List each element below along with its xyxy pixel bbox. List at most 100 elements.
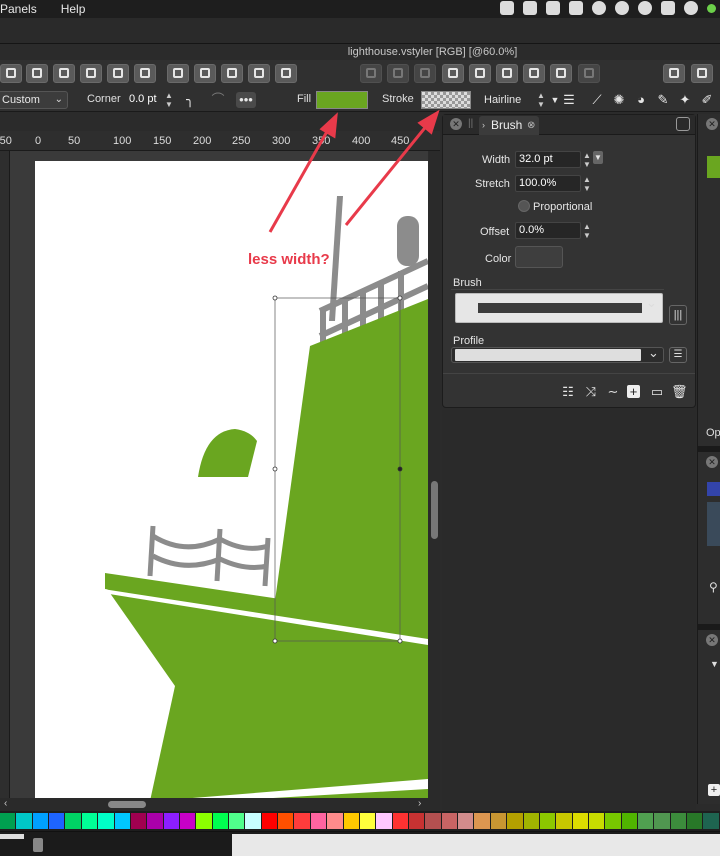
panel-divider [443,373,695,374]
tab-brush[interactable]: Brush › ⊗ [479,116,539,135]
color-label: Color [485,253,512,265]
close-icon[interactable]: ✕ [706,456,718,468]
palette-swatch[interactable] [539,813,556,829]
close-icon[interactable]: ✕ [706,118,718,130]
horizontal-scrollbar[interactable]: ‹ › [0,798,440,811]
pin-icon[interactable] [33,838,43,852]
palette-swatch[interactable] [588,813,605,829]
panel-menu-icon[interactable] [676,117,690,131]
palette-swatch[interactable] [98,813,114,829]
palette-swatch[interactable] [327,813,343,829]
palette-swatch[interactable] [81,813,98,829]
palette-swatch[interactable] [16,813,32,829]
tab-brush-label: Brush [491,118,523,132]
trash-icon[interactable]: 🗑 [671,384,688,400]
close-icon[interactable]: ✕ [450,118,462,130]
palette-swatch[interactable] [0,813,16,829]
sliders-icon[interactable]: ☷ [560,384,576,400]
palette-swatch[interactable] [490,813,507,829]
panel-tabbar: ✕ || Brush › ⊗ [443,115,695,135]
palette-swatch[interactable] [474,813,490,829]
offset-field[interactable]: 0.0% [515,222,581,239]
tab-close-icon[interactable]: ⊗ [527,116,535,135]
grip-icon[interactable]: || [468,118,473,129]
palette-swatch[interactable] [621,813,638,829]
width-label: Width [482,154,511,166]
palette-swatch[interactable] [408,813,425,829]
chevron-down-icon[interactable]: ⌄ [646,295,657,311]
chevron-down-icon[interactable]: ▼ [593,151,603,164]
profile-settings-icon[interactable]: ☰ [669,347,687,363]
add-icon[interactable]: + [627,385,640,398]
status-indicator [0,834,24,839]
palette-swatch[interactable] [278,813,294,829]
palette-swatch[interactable] [163,813,179,829]
palette-swatch[interactable] [229,813,245,829]
opacity-label: Opa [706,427,720,439]
proportional-checkbox[interactable] [518,200,530,212]
brush-preview[interactable] [455,293,663,323]
color-palette [0,811,720,831]
scrollbar-thumb[interactable] [431,481,438,539]
palette-swatch[interactable] [654,813,670,829]
palette-swatch[interactable] [638,813,654,829]
stretch-stepper[interactable]: ▲ ▼ [582,175,592,193]
palette-swatch[interactable] [359,813,376,829]
palette-swatch[interactable] [343,813,359,829]
palette-swatch[interactable] [261,813,278,829]
palette-swatch[interactable] [65,813,81,829]
width-field[interactable]: 32.0 pt [515,151,581,168]
scroll-left-icon[interactable]: ‹ [4,798,7,809]
layer-color-icon[interactable] [707,482,720,496]
proportional-label: Proportional [533,201,593,213]
palette-swatch[interactable] [687,813,703,829]
palette-swatch[interactable] [376,813,392,829]
palette-swatch[interactable] [310,813,327,829]
palette-swatch[interactable] [49,813,65,829]
close-icon[interactable]: ✕ [706,634,718,646]
palette-swatch[interactable] [294,813,310,829]
palette-swatch[interactable] [114,813,130,829]
color-swatch[interactable] [707,156,720,178]
palette-swatch[interactable] [703,813,719,829]
palette-swatch[interactable] [392,813,408,829]
scrollbar-thumb[interactable] [108,801,146,808]
palette-swatch[interactable] [179,813,196,829]
palette-swatch[interactable] [212,813,229,829]
rectangle-icon[interactable]: ▭ [649,384,665,400]
palette-swatch[interactable] [507,813,523,829]
palette-swatch[interactable] [605,813,621,829]
profile-section-label: Profile [453,335,485,347]
palette-swatch[interactable] [425,813,441,829]
search-icon[interactable]: ⚲ [709,580,718,594]
offset-label: Offset [480,226,510,238]
arrow-to-fill-icon [268,112,338,233]
palette-swatch[interactable] [523,813,539,829]
palette-swatch[interactable] [458,813,474,829]
layer-row[interactable] [707,502,720,546]
width-stepper[interactable]: ▲ ▼ [582,151,592,169]
brush-color-swatch[interactable] [515,246,563,268]
brush-stroke-preview [478,303,642,313]
status-bar [0,831,720,856]
stretch-field[interactable]: 100.0% [515,175,581,192]
palette-swatch[interactable] [32,813,49,829]
palette-swatch[interactable] [147,813,163,829]
palette-swatch[interactable] [245,813,261,829]
brush-library-icon[interactable]: ||| [669,305,687,325]
palette-swatch[interactable] [441,813,458,829]
chevron-down-icon[interactable]: ▼ [710,659,719,669]
scroll-right-icon[interactable]: › [418,798,421,809]
shuffle-icon[interactable]: ⤨ [583,384,599,400]
offset-stepper[interactable]: ▲ ▼ [582,222,592,240]
chevron-down-icon[interactable]: ⌄ [648,345,659,361]
vertical-scrollbar[interactable] [429,151,440,801]
palette-swatch[interactable] [130,813,147,829]
palette-swatch[interactable] [670,813,687,829]
brush-panel: ✕ || Brush › ⊗ Width 32.0 pt ▲ ▼ ▼ Stretc… [442,114,696,408]
palette-swatch[interactable] [556,813,572,829]
add-icon[interactable]: + [708,784,720,796]
palette-swatch[interactable] [572,813,588,829]
wave-icon[interactable]: ∼ [605,384,621,400]
palette-swatch[interactable] [196,813,212,829]
